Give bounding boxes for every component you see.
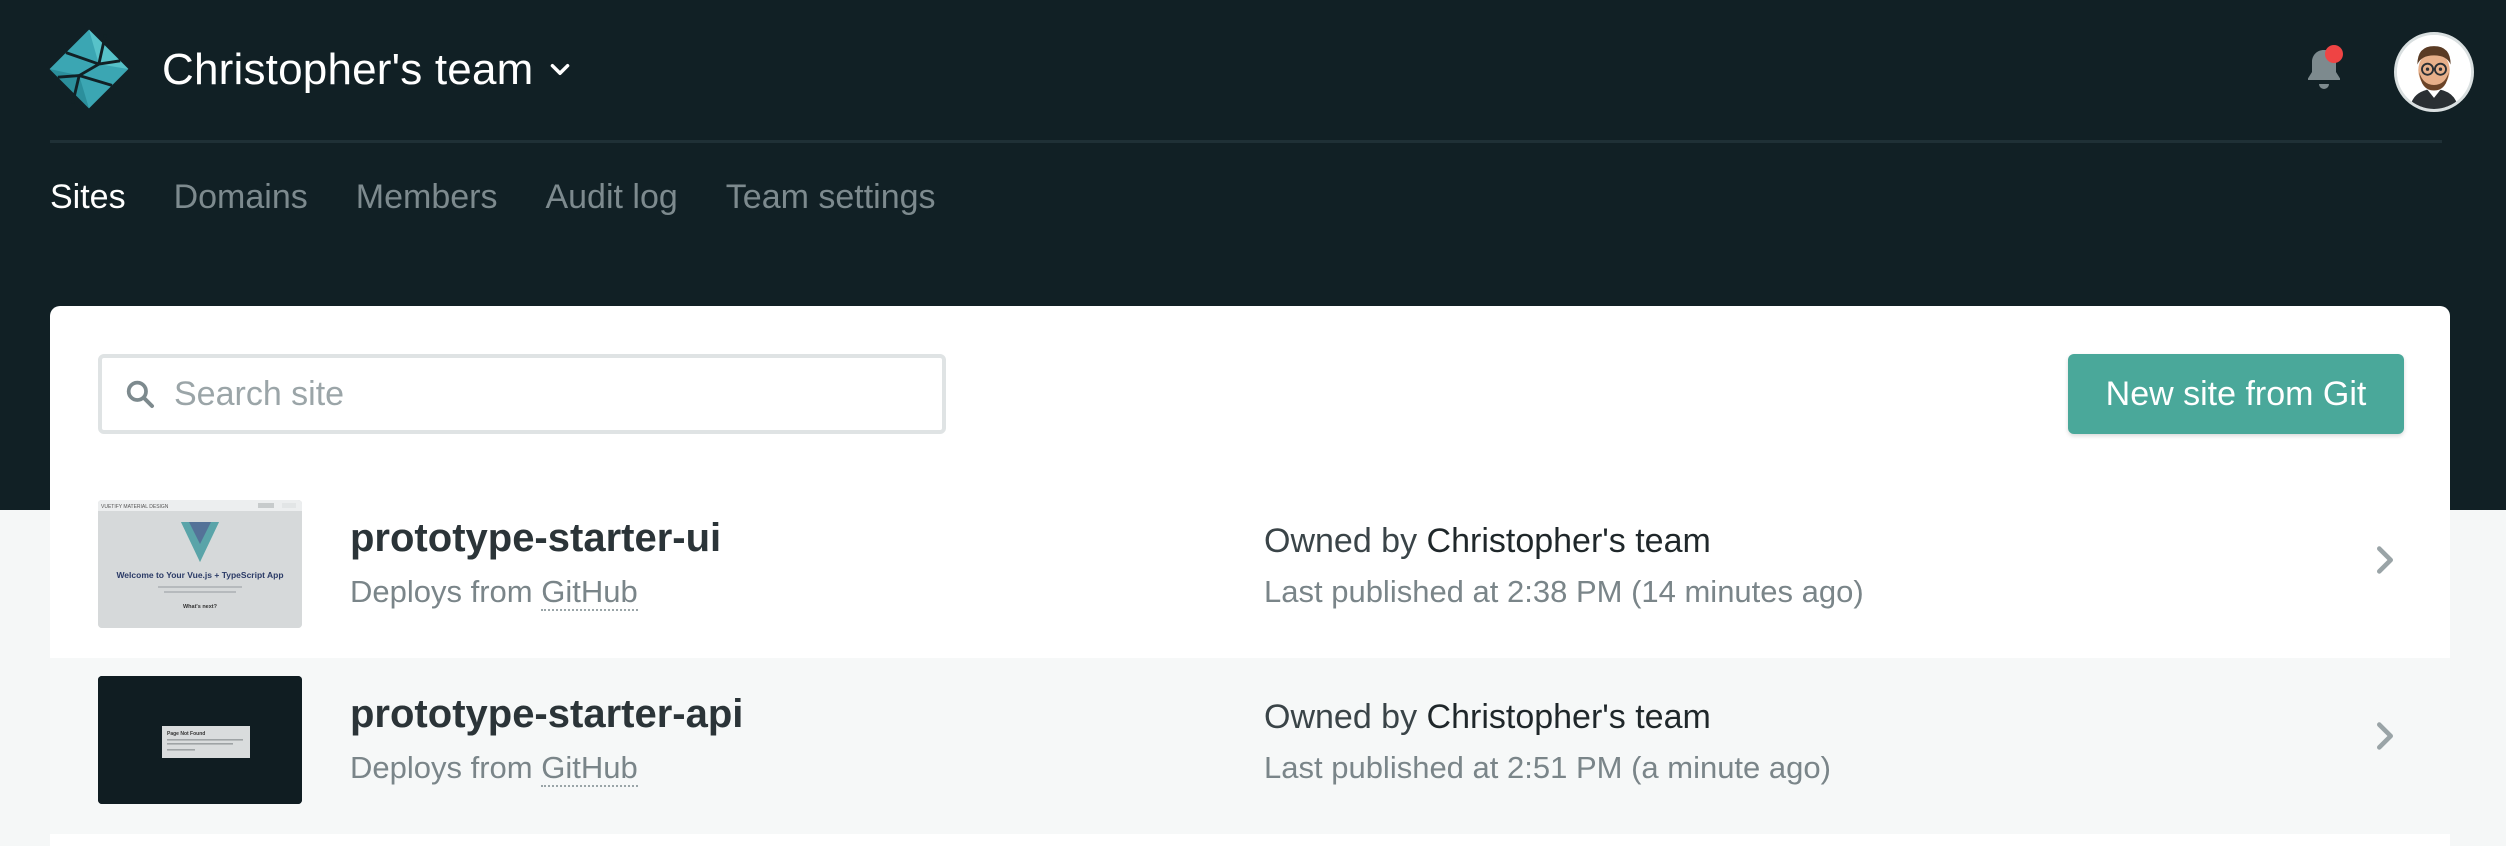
deploys-prefix: Deploys from xyxy=(350,750,533,785)
team-switcher[interactable]: Christopher's team xyxy=(162,40,573,100)
sites-card: New site from Git VUETIFY MATERIAL DESIG… xyxy=(50,306,2450,846)
user-avatar[interactable] xyxy=(2394,32,2474,112)
tab-audit-log[interactable]: Audit log xyxy=(545,178,677,217)
header-divider xyxy=(50,140,2442,143)
github-link[interactable]: GitHub xyxy=(541,574,638,611)
thumb-link: What's next? xyxy=(183,604,218,610)
chevron-down-icon xyxy=(551,63,570,75)
site-preview-image: Page Not Found xyxy=(98,676,302,804)
thumb-brand: VUETIFY MATERIAL DESIGN xyxy=(101,504,169,510)
site-thumbnail: Page Not Found xyxy=(98,676,302,804)
netlify-logo-icon[interactable] xyxy=(48,28,130,110)
site-name[interactable]: prototype-starter-ui xyxy=(350,516,721,561)
tab-sites[interactable]: Sites xyxy=(50,178,126,217)
site-preview-image: VUETIFY MATERIAL DESIGN Welcome to Your … xyxy=(98,500,302,628)
team-name: Christopher's team xyxy=(162,45,534,94)
site-thumbnail: VUETIFY MATERIAL DESIGN Welcome to Your … xyxy=(98,500,302,628)
team-nav: Sites Domains Members Audit log Team set… xyxy=(50,178,936,217)
search-box[interactable] xyxy=(98,354,946,434)
avatar-icon xyxy=(2397,35,2471,109)
tab-team-settings[interactable]: Team settings xyxy=(726,178,936,217)
search-input[interactable] xyxy=(174,374,934,414)
last-published: Last published at 2:51 PM (a minute ago) xyxy=(1264,750,1831,785)
owned-prefix: Owned by xyxy=(1264,698,1418,736)
site-row[interactable]: Page Not Found prototype-starter-api Dep… xyxy=(50,658,2450,834)
chevron-right-icon xyxy=(2377,546,2393,574)
notification-badge xyxy=(2325,45,2343,63)
chevron-right-icon xyxy=(2377,722,2393,750)
owner-team: Christopher's team xyxy=(1426,522,1711,560)
last-published: Last published at 2:38 PM (14 minutes ag… xyxy=(1264,574,1864,609)
site-owner: Owned by Christopher's team xyxy=(1264,522,1711,561)
search-icon xyxy=(126,380,154,408)
thumb-heading: Page Not Found xyxy=(167,731,205,737)
thumb-heading: Welcome to Your Vue.js + TypeScript App xyxy=(116,570,283,580)
owner-team: Christopher's team xyxy=(1426,698,1711,736)
site-owner: Owned by Christopher's team xyxy=(1264,698,1711,737)
site-name[interactable]: prototype-starter-api xyxy=(350,692,743,737)
owned-prefix: Owned by xyxy=(1264,522,1418,560)
deploys-prefix: Deploys from xyxy=(350,574,533,609)
tab-members[interactable]: Members xyxy=(356,178,498,217)
site-row[interactable]: VUETIFY MATERIAL DESIGN Welcome to Your … xyxy=(50,482,2450,658)
new-site-from-git-button[interactable]: New site from Git xyxy=(2068,354,2404,434)
github-link[interactable]: GitHub xyxy=(541,750,638,787)
deploy-source: Deploys from GitHub xyxy=(350,574,638,611)
deploy-source: Deploys from GitHub xyxy=(350,750,638,787)
top-header: Christopher's team xyxy=(0,0,2506,142)
tab-domains[interactable]: Domains xyxy=(174,178,308,217)
